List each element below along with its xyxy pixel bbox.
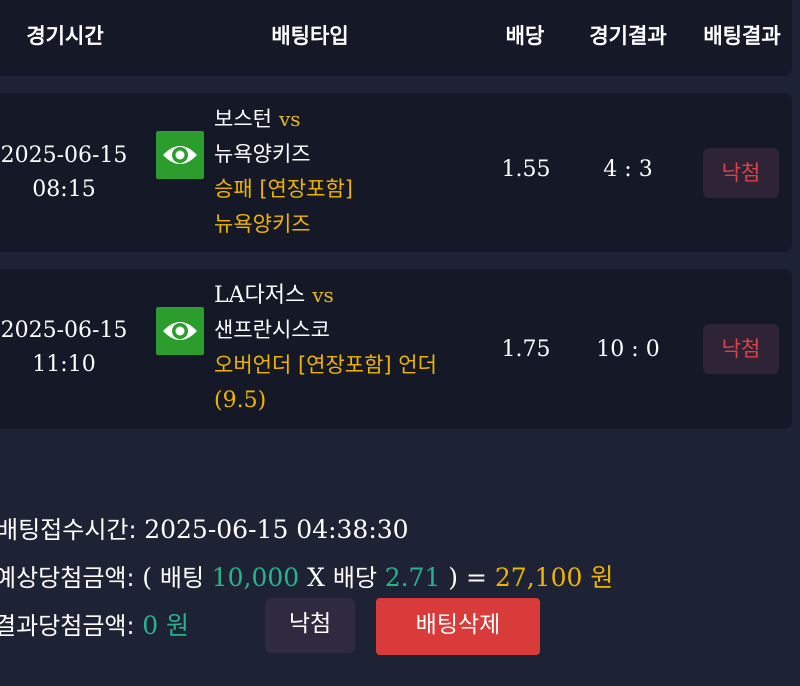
bet-info: 보스턴 vs 뉴욕양키즈 승패 [연장포함] 뉴욕양키즈 bbox=[214, 102, 474, 242]
expected-win-line: 예상당첨금액: ( 배팅 10,000 X 배당 2.71 ) = 27,100… bbox=[0, 558, 613, 594]
header-game-result: 경기결과 bbox=[589, 24, 667, 48]
close-equals: ) = bbox=[440, 563, 495, 592]
delete-bet-button[interactable]: 배팅삭제 bbox=[376, 598, 540, 655]
accept-time-line: 배팅접수시간: 2025-06-15 04:38:30 bbox=[0, 510, 409, 545]
bet-odds: 1.75 bbox=[501, 337, 551, 362]
header-bet-result: 배팅결과 bbox=[703, 24, 781, 48]
vs-label: vs bbox=[312, 283, 334, 307]
expected-win-amount: 27,100 원 bbox=[494, 563, 614, 592]
table-header: 경기시간 배팅타입 배당 경기결과 배팅결과 bbox=[0, 0, 792, 76]
game-score: 10 : 0 bbox=[596, 337, 660, 362]
match-time: 08:15 bbox=[32, 177, 96, 202]
bet-row: 2025-06-15 11:10 LA다저스 vs 샌프란시스코 오버언더 [연… bbox=[0, 269, 792, 429]
header-time: 경기시간 bbox=[26, 24, 104, 48]
header-bet-type: 배팅타입 bbox=[271, 24, 349, 48]
match-datetime: 2025-06-15 11:10 bbox=[0, 314, 128, 382]
header-odds: 배당 bbox=[505, 24, 545, 48]
bet-word: 배팅 bbox=[159, 564, 212, 592]
home-team: LA다저스 bbox=[214, 283, 306, 308]
bet-amount: 10,000 bbox=[211, 563, 300, 592]
bet-pick: 뉴욕양키즈 bbox=[214, 212, 311, 236]
total-odds: 2.71 bbox=[384, 563, 441, 592]
result-win-amount: 0 원 bbox=[142, 611, 190, 640]
bet-market: 승패 [연장포함] bbox=[214, 177, 353, 201]
match-datetime: 2025-06-15 08:15 bbox=[0, 139, 128, 207]
lose-status-button[interactable]: 낙첨 bbox=[265, 598, 355, 653]
open-paren: ( bbox=[142, 563, 160, 592]
match-time: 11:10 bbox=[32, 352, 96, 377]
result-win-label: 결과당첨금액: bbox=[0, 612, 143, 640]
bet-odds: 1.55 bbox=[501, 157, 551, 182]
bet-info: LA다저스 vs 샌프란시스코 오버언더 [연장포함] 언더 (9.5) bbox=[214, 278, 484, 418]
accept-time-label: 배팅접수시간: bbox=[0, 516, 145, 544]
eye-icon[interactable] bbox=[156, 307, 204, 355]
match-date: 2025-06-15 bbox=[0, 318, 128, 343]
bet-market: 오버언더 [연장포함] 언더 bbox=[214, 353, 437, 377]
bet-pick: (9.5) bbox=[214, 388, 267, 413]
odds-word: 배당 bbox=[332, 564, 385, 592]
away-team: 샌프란시스코 bbox=[214, 318, 330, 342]
accept-time-value: 2025-06-15 04:38:30 bbox=[144, 515, 409, 544]
bet-result-badge: 낙첨 bbox=[703, 148, 779, 198]
game-score: 4 : 3 bbox=[603, 157, 653, 182]
match-date: 2025-06-15 bbox=[0, 143, 128, 168]
home-team: 보스턴 bbox=[214, 107, 272, 131]
away-team: 뉴욕양키즈 bbox=[214, 142, 311, 166]
bet-result-badge: 낙첨 bbox=[703, 324, 779, 374]
eye-icon[interactable] bbox=[156, 131, 204, 179]
vs-label: vs bbox=[278, 107, 301, 131]
bet-row: 2025-06-15 08:15 보스턴 vs 뉴욕양키즈 승패 [연장포함] … bbox=[0, 93, 792, 252]
result-win-line: 결과당첨금액: 0 원 bbox=[0, 606, 189, 642]
times-sign: X bbox=[299, 563, 333, 592]
expected-win-label: 예상당첨금액: bbox=[0, 564, 143, 592]
